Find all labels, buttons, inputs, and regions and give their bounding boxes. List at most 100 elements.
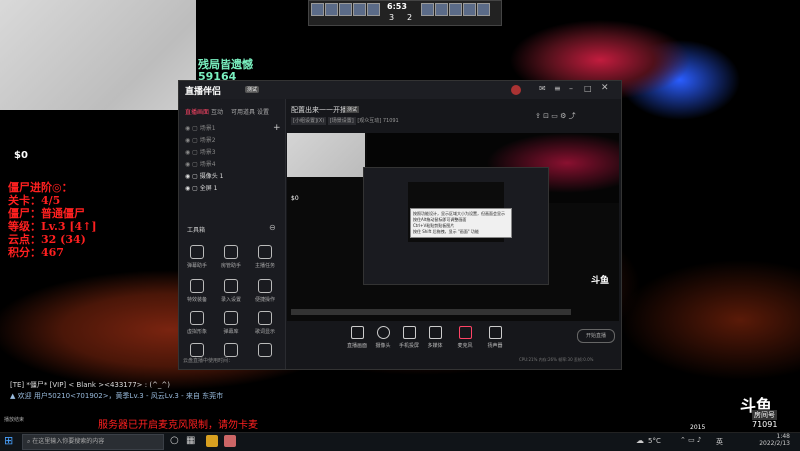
scene-item[interactable]: ◉ ▢ 场景3 (185, 147, 223, 159)
tab-interact[interactable]: 互动 (211, 107, 223, 116)
maximize-icon[interactable]: □ (584, 84, 592, 93)
scene-label: 场景1 (199, 125, 216, 132)
tool-label: 弹幕库 (223, 329, 239, 335)
tab-props[interactable]: 可用道具 (231, 107, 255, 116)
bottom-tool-label: 麦克风 (457, 343, 473, 349)
hud-value: 32 (34) (41, 233, 86, 246)
task-view-icon[interactable]: ○ (170, 435, 182, 447)
preview-brand: 斗鱼 (591, 276, 610, 286)
search-input[interactable]: ⌕ 在这里输入你要搜索的内容 (22, 434, 164, 450)
search-placeholder: 在这里输入你要搜索的内容 (32, 438, 105, 445)
scene-label: 摄像头 1 (199, 173, 224, 180)
scene-item[interactable]: ◉ ▢ 全屏 1 (185, 183, 223, 195)
weather-icon[interactable]: ☁ (636, 436, 644, 445)
preview-canvas[interactable]: $0 按照功能设计，显示区域大小为设置，但画面会显示 按住Alt拖动鼠标即可调整… (287, 133, 619, 321)
warning-banner: 服务器已开启麦克风限制，请勿卡麦 (98, 420, 258, 431)
lock-icon[interactable]: ⊡ (543, 112, 549, 120)
scene-tag[interactable]: [小组设置](X) (291, 117, 327, 125)
tool-label: 虚拟形象 (186, 329, 207, 335)
scene-item[interactable]: ◉ ▢ 场景4 (185, 159, 223, 171)
tool-button[interactable] (245, 343, 285, 360)
match-timer: 6:53 (387, 2, 407, 11)
hud-stats: 僵尸进阶◎： 关卡：4/5 僵尸：普通僵尸 等级：Lv.3 [4↑] 云点：32… (8, 181, 97, 259)
tools-header: 工具箱 (187, 227, 206, 234)
hero-portrait (477, 3, 490, 16)
avatar[interactable] (511, 85, 521, 95)
tray-icons[interactable]: ⌃ ▭ ♪ (680, 436, 701, 444)
sidebar-tabs: 直播画面 互动 可用道具 设置 (185, 107, 285, 117)
clock-time: 1:48 (776, 433, 790, 440)
explorer-icon[interactable] (206, 435, 218, 447)
hud-label: 僵尸： (8, 207, 41, 220)
scoreboard: 6:53 3 2 (308, 0, 502, 26)
windows-start-icon[interactable]: ⊞ (4, 434, 13, 447)
tool-label: 房管助手 (220, 263, 241, 269)
scene-item[interactable]: ◉ ▢ 摄像头 1 (185, 171, 223, 183)
minimize-icon[interactable]: – (569, 84, 573, 93)
bottom-tool-button[interactable]: 多媒体 (423, 326, 447, 349)
preview-money: $0 (291, 195, 299, 202)
bottom-tool-button[interactable]: 扬声器 (483, 326, 507, 349)
tool-icon (190, 343, 204, 357)
scene-item[interactable]: ◉ ▢ 场景2 (185, 135, 223, 147)
gear-icon[interactable]: ⚙ (560, 112, 566, 120)
camera-icon (376, 326, 390, 339)
clock-date: 2022/2/13 (759, 440, 790, 447)
mail-icon[interactable]: ✉ (539, 84, 546, 93)
add-scene-icon[interactable]: + (273, 123, 281, 133)
bottom-tool-button[interactable]: 摄像头 (371, 326, 395, 349)
menu-icon[interactable]: ≡ (554, 84, 561, 93)
hero-portrait (353, 3, 366, 16)
header-actions: ⇪ ⊡ ▭ ⚙ ⤴ (535, 111, 615, 121)
search-icon: ⌕ (27, 438, 31, 445)
scene-label: 全屏 1 (199, 185, 218, 192)
bottom-tool-button[interactable]: 直播画面 (345, 326, 369, 349)
streamer-app-window[interactable]: 直播伴侣 测试 ✉ ≡ – □ ✕ 直播画面 互动 可用道具 设置 ◉ ▢ 场景… (178, 80, 622, 370)
close-icon[interactable]: ✕ (601, 83, 609, 93)
start-live-button[interactable]: 开始直播 (577, 329, 615, 343)
right-kills: 2 (407, 13, 413, 22)
nested-app-preview: 按照功能设计，显示区域大小为设置，但画面会显示 按住Alt拖动鼠标即可调整画面 … (363, 167, 549, 285)
app-sidebar: 直播画面 互动 可用道具 设置 ◉ ▢ 场景1 ◉ ▢ 场景2 ◉ ▢ 场景3 … (179, 99, 286, 369)
tool-button[interactable]: 歌词显示 (245, 311, 285, 335)
app-titlebar[interactable]: 直播伴侣 测试 ✉ ≡ – □ ✕ (179, 81, 621, 99)
tool-button[interactable]: 便捷操作 (245, 279, 285, 303)
share-icon[interactable]: ⇪ (535, 112, 541, 120)
taskview-grid-icon[interactable]: ▦ (186, 435, 198, 447)
hero-portrait (367, 3, 380, 16)
tool-icon (224, 311, 238, 325)
tools-more-icon[interactable]: ⊖ (269, 223, 276, 232)
scene-tag[interactable]: [场景设置] (327, 117, 356, 125)
app-logo-badge: 测试 (245, 86, 260, 93)
clock[interactable]: 1:48 2022/2/13 (746, 433, 790, 447)
bottom-tool-button[interactable]: 麦克风 (453, 326, 477, 349)
bottom-tool-label: 扬声器 (487, 343, 503, 349)
tool-button[interactable]: 主播任务 (245, 245, 285, 269)
app-icon[interactable] (224, 435, 236, 447)
scene-tags: [小组设置](X) [场景设置] [观众互动] 71091 (291, 117, 399, 125)
tab-live-scene[interactable]: 直播画面 (185, 107, 209, 116)
hero-portrait (449, 3, 462, 16)
share-out-icon[interactable]: ⤴ (569, 112, 576, 120)
app-logo: 直播伴侣 (185, 87, 222, 97)
chat-line: ▲ 欢迎 用户50210<701902>，黄季Lv.3 - 风云Lv.3 - 来… (10, 392, 224, 400)
tool-icon (258, 311, 272, 325)
screen-icon[interactable]: ▭ (551, 112, 558, 120)
hero-portrait (339, 3, 352, 16)
tab-settings[interactable]: 设置 (257, 107, 269, 116)
tool-icon (190, 311, 204, 325)
scene-label: 场景3 (199, 149, 216, 156)
brand-extra: 2015 (690, 424, 706, 431)
bottom-tool-button[interactable]: 手机投屏 (397, 326, 421, 349)
scene-title: 配置出来一一开播 (291, 106, 347, 114)
scene-label: 场景4 (199, 161, 216, 168)
tool-label: 弹幕助手 (186, 263, 207, 269)
media-icon (428, 326, 442, 339)
hud-value: Lv.3 [4↑] (41, 220, 97, 233)
scene-item[interactable]: ◉ ▢ 场景1 (185, 123, 223, 135)
ime-indicator[interactable]: 英 (716, 437, 723, 447)
hero-portrait (325, 3, 338, 16)
hud-label: 积分： (8, 246, 41, 259)
scene-tag[interactable]: [观众互动] (357, 118, 381, 124)
temperature: 5°C (648, 437, 661, 445)
